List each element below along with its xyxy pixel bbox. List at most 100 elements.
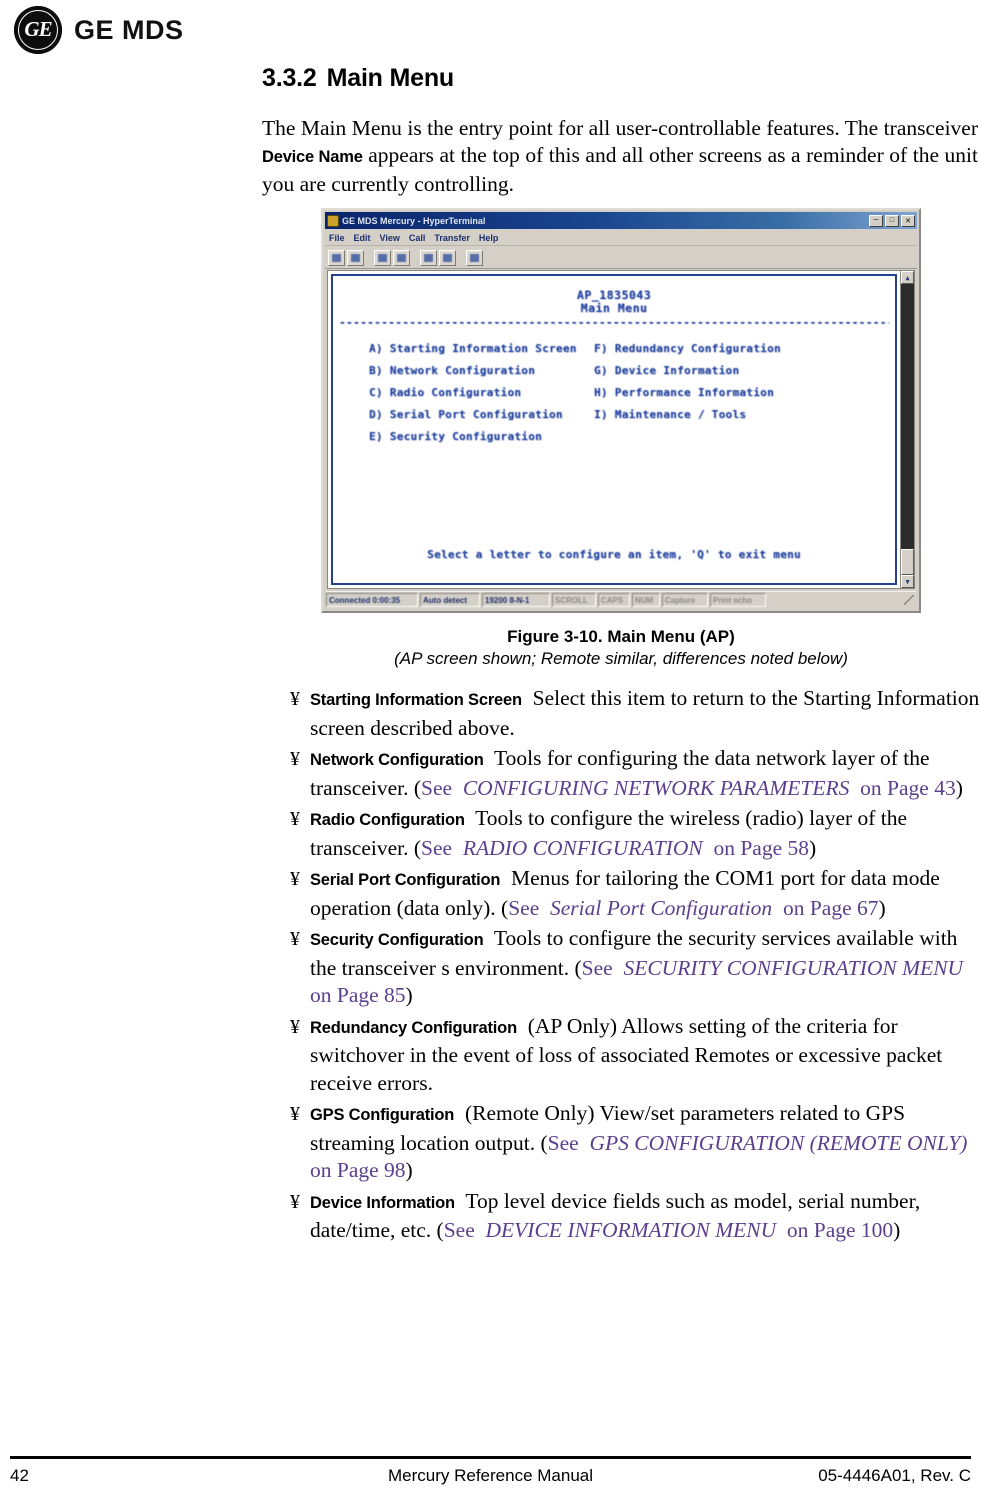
- scroll-down-arrow-icon[interactable]: ▼: [901, 575, 914, 588]
- feature-text-after: ): [405, 1158, 413, 1182]
- feature-page[interactable]: on Page 43: [860, 776, 956, 800]
- terminal-menu-item-blank: [594, 431, 895, 443]
- page-footer: 42 Mercury Reference Manual 05-4446A01, …: [10, 1463, 971, 1489]
- list-item: ¥ Radio Configuration Tools to configure …: [262, 805, 980, 862]
- feature-page[interactable]: on Page 100: [787, 1218, 893, 1242]
- feature-page[interactable]: on Page 67: [783, 896, 879, 920]
- device-name-term: Device Name: [262, 148, 363, 166]
- menu-item-view[interactable]: View: [380, 233, 400, 243]
- status-auto-detect: Auto detect: [420, 593, 480, 607]
- terminal-menu-item-h[interactable]: H) Performance Information: [594, 387, 895, 399]
- terminal-scrollbar[interactable]: ▲ ▼: [900, 271, 914, 588]
- menu-item-file[interactable]: File: [329, 233, 345, 243]
- terminal-status-bar: Connected 0:00:35 Auto detect 19200 8-N-…: [326, 591, 916, 608]
- feature-label: Device Information: [310, 1193, 455, 1212]
- feature-xref[interactable]: DEVICE INFORMATION MENU: [486, 1218, 777, 1242]
- menu-item-call[interactable]: Call: [409, 233, 426, 243]
- properties-icon[interactable]: [466, 249, 483, 266]
- terminal-menu-item-e[interactable]: E) Security Configuration: [369, 431, 594, 443]
- feature-page[interactable]: on Page 98: [310, 1158, 406, 1182]
- footer-divider: [10, 1456, 971, 1459]
- feature-page[interactable]: on Page 85: [310, 983, 406, 1007]
- terminal-menu-item-a[interactable]: A) Starting Information Screen: [369, 343, 594, 355]
- status-capture: Capture: [662, 593, 708, 607]
- feature-label: Radio Configuration: [310, 811, 465, 829]
- terminal-menu-item-g[interactable]: G) Device Information: [594, 365, 895, 377]
- status-port-settings: 19200 8-N-1: [482, 593, 550, 607]
- menu-item-edit[interactable]: Edit: [354, 233, 371, 243]
- feature-see[interactable]: See: [421, 776, 452, 800]
- feature-see[interactable]: See: [582, 956, 613, 980]
- bullet-icon: ¥: [290, 688, 300, 710]
- feature-see[interactable]: See: [444, 1218, 475, 1242]
- status-connected: Connected 0:00:35: [326, 593, 418, 607]
- terminal-menu-items: A) Starting Information Screen F) Redund…: [369, 343, 895, 443]
- footer-manual-title: Mercury Reference Manual: [387, 1466, 594, 1485]
- feature-xref[interactable]: GPS CONFIGURATION (REMOTE ONLY): [589, 1131, 967, 1155]
- intro-part2: appears at the top of this and all other…: [262, 143, 978, 196]
- call-icon[interactable]: [374, 249, 391, 266]
- feature-xref[interactable]: SECURITY CONFIGURATION MENU: [623, 956, 963, 980]
- maximize-button[interactable]: □: [885, 214, 899, 227]
- figure-caption-line1: Figure 3-10. Main Menu (AP): [507, 627, 735, 646]
- feature-label: Serial Port Configuration: [310, 871, 501, 889]
- terminal-prompt: Select a letter to configure an item, 'Q…: [427, 548, 801, 561]
- figure-caption: Figure 3-10. Main Menu (AP) (AP screen s…: [262, 627, 980, 669]
- feature-xref[interactable]: Serial Port Configuration: [550, 896, 772, 920]
- bullet-icon: ¥: [290, 1103, 300, 1125]
- bullet-icon: ¥: [290, 928, 300, 950]
- page-title: 3.3.2 Main Menu: [262, 64, 980, 93]
- feature-label: Starting Information Screen: [310, 691, 522, 709]
- feature-see[interactable]: See: [508, 896, 539, 920]
- intro-paragraph: The Main Menu is the entry point for all…: [262, 115, 978, 198]
- terminal-menu-item-b[interactable]: B) Network Configuration: [369, 365, 594, 377]
- scrollbar-thumb[interactable]: [901, 549, 914, 575]
- disconnect-icon[interactable]: [393, 249, 410, 266]
- hyperterminal-app-icon: [327, 214, 339, 227]
- feature-xref[interactable]: CONFIGURING NETWORK PARAMETERS: [463, 776, 850, 800]
- terminal-output-area[interactable]: AP_1835043 Main Menu -------------------…: [331, 274, 898, 585]
- terminal-menu-bar: File Edit View Call Transfer Help: [325, 230, 917, 246]
- open-icon[interactable]: [347, 249, 364, 266]
- feature-text-after: ): [808, 835, 817, 860]
- feature-see[interactable]: See: [548, 1131, 579, 1155]
- terminal-divider: ----------------------------------------…: [339, 318, 890, 328]
- terminal-title-bar: GE MDS Mercury - HyperTerminal ─ □ ✕: [325, 212, 917, 229]
- terminal-menu-item-i[interactable]: I) Maintenance / Tools: [594, 409, 895, 421]
- bullet-icon: ¥: [290, 748, 300, 770]
- ge-monogram-icon: GE: [14, 6, 62, 54]
- resize-grip-icon[interactable]: [904, 595, 914, 605]
- menu-item-transfer[interactable]: Transfer: [434, 233, 470, 243]
- terminal-menu-item-d[interactable]: D) Serial Port Configuration: [369, 409, 594, 421]
- status-scroll: SCROLL: [552, 593, 596, 607]
- feature-label: Security Configuration: [310, 931, 484, 949]
- feature-see[interactable]: See: [421, 836, 452, 860]
- list-item: ¥ Security Configuration Tools to configu…: [262, 925, 980, 1010]
- send-file-icon[interactable]: [420, 249, 437, 266]
- bullet-icon: ¥: [290, 1015, 300, 1038]
- list-item: ¥ Device Information Top level device fie…: [262, 1188, 980, 1245]
- terminal-menu-item-c[interactable]: C) Radio Configuration: [369, 387, 594, 399]
- minimize-button[interactable]: ─: [869, 214, 883, 227]
- feature-page[interactable]: on Page 58: [713, 836, 809, 860]
- list-item: ¥ Starting Information Screen Select this…: [262, 685, 980, 742]
- scroll-up-arrow-icon[interactable]: ▲: [901, 271, 914, 284]
- status-num: NUM: [632, 593, 660, 607]
- feature-label: GPS Configuration: [310, 1106, 455, 1124]
- terminal-menu-item-f[interactable]: F) Redundancy Configuration: [594, 343, 895, 355]
- status-caps: CAPS: [598, 593, 630, 607]
- brand-logo: GE GE MDS: [14, 6, 184, 54]
- menu-item-help[interactable]: Help: [479, 233, 499, 243]
- feature-list: ¥ Starting Information Screen Select this…: [262, 685, 980, 1245]
- section-number: 3.3.2: [262, 64, 317, 92]
- feature-text-after: ): [955, 775, 963, 800]
- section-title: Main Menu: [326, 64, 455, 92]
- ge-monogram-letters: GE: [24, 16, 52, 41]
- figure-container: GE MDS Mercury - HyperTerminal ─ □ ✕ Fil…: [262, 208, 980, 613]
- close-button[interactable]: ✕: [901, 214, 915, 227]
- new-connection-icon[interactable]: [328, 249, 345, 266]
- feature-xref[interactable]: RADIO CONFIGURATION: [463, 836, 703, 860]
- receive-file-icon[interactable]: [439, 249, 456, 266]
- status-print-echo: Print echo: [710, 593, 766, 607]
- feature-text-after: ): [405, 983, 413, 1007]
